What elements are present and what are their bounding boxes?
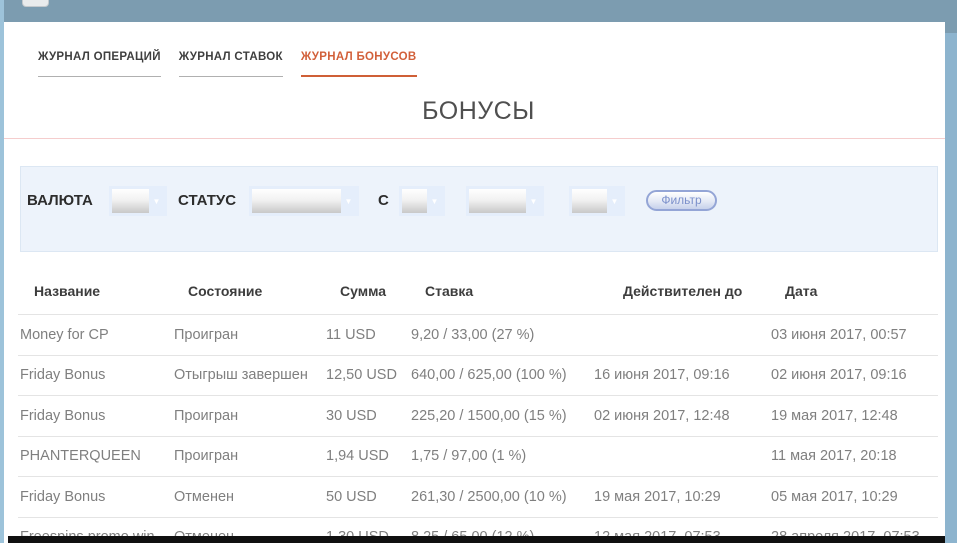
title-divider	[4, 138, 945, 139]
date-month-select-value	[469, 189, 526, 213]
table-cell: 11 USD	[324, 327, 409, 343]
journal-tabs: ЖУРНАЛ ОПЕРАЦИЙ ЖУРНАЛ СТАВОК ЖУРНАЛ БОН…	[38, 51, 417, 77]
top-bar	[0, 0, 957, 22]
bonus-journal-page: ЖУРНАЛ ОПЕРАЦИЙ ЖУРНАЛ СТАВОК ЖУРНАЛ БОН…	[0, 0, 957, 543]
table-cell: 9,20 / 33,00 (27 %)	[409, 327, 592, 343]
table-cell: 50 USD	[324, 489, 409, 505]
chevron-down-icon: ▼	[341, 189, 356, 213]
bonus-table-body: Money for CPПроигран11 USD9,20 / 33,00 (…	[18, 314, 938, 543]
table-cell: Friday Bonus	[18, 408, 172, 424]
table-cell: 261,30 / 2500,00 (10 %)	[409, 489, 592, 505]
table-cell: 1,94 USD	[324, 448, 409, 464]
column-header: Название	[18, 283, 172, 299]
table-cell: 19 мая 2017, 10:29	[592, 489, 769, 505]
right-edge-strip-top	[945, 0, 957, 33]
bonus-table-header: НазваниеСостояниеСуммаСтавкаДействителен…	[18, 268, 938, 314]
table-cell: Проигран	[172, 448, 324, 464]
top-window-tab	[22, 0, 49, 7]
table-cell: PHANTERQUEEN	[18, 448, 172, 464]
table-cell: Отменен	[172, 489, 324, 505]
column-header: Ставка	[409, 283, 592, 299]
bonus-table: НазваниеСостояниеСуммаСтавкаДействителен…	[18, 268, 938, 543]
table-cell: 05 мая 2017, 10:29	[769, 489, 938, 505]
table-row: Friday BonusПроигран30 USD225,20 / 1500,…	[18, 395, 938, 436]
table-cell: Проигран	[172, 408, 324, 424]
currency-label: ВАЛЮТА	[27, 186, 93, 216]
table-row: Money for CPПроигран11 USD9,20 / 33,00 (…	[18, 314, 938, 355]
table-cell: Friday Bonus	[18, 367, 172, 383]
table-row: PHANTERQUEENПроигран1,94 USD1,75 / 97,00…	[18, 436, 938, 477]
right-edge-strip[interactable]	[945, 0, 957, 543]
table-cell: Проигран	[172, 327, 324, 343]
table-row: Friday BonusОтыгрыш завершен12,50 USD640…	[18, 355, 938, 396]
table-cell: 03 июня 2017, 00:57	[769, 327, 938, 343]
table-cell: 02 июня 2017, 12:48	[592, 408, 769, 424]
table-cell: Отыгрыш завершен	[172, 367, 324, 383]
table-cell: 16 июня 2017, 09:16	[592, 367, 769, 383]
table-cell: 02 июня 2017, 09:16	[769, 367, 938, 383]
table-row: Friday BonusОтменен50 USD261,30 / 2500,0…	[18, 476, 938, 517]
date-day-select-value	[402, 189, 427, 213]
table-cell: 11 мая 2017, 20:18	[769, 448, 938, 464]
chevron-down-icon: ▼	[607, 189, 622, 213]
table-cell: 640,00 / 625,00 (100 %)	[409, 367, 592, 383]
currency-select-value	[112, 189, 149, 213]
column-header: Действителен до	[592, 283, 769, 299]
tab-bets-journal[interactable]: ЖУРНАЛ СТАВОК	[179, 51, 283, 77]
column-header: Сумма	[324, 283, 409, 299]
filter-button[interactable]: Фильтр	[646, 190, 717, 211]
table-cell: 225,20 / 1500,00 (15 %)	[409, 408, 592, 424]
bottom-bar	[8, 536, 945, 543]
filter-panel: ВАЛЮТА ▼ СТАТУС ▼ С ▼ ▼ ▼ Фильтр	[20, 166, 938, 252]
status-select-value	[252, 189, 341, 213]
date-year-select-value	[572, 189, 607, 213]
date-from-label: С	[378, 186, 389, 216]
table-cell: 1,75 / 97,00 (1 %)	[409, 448, 592, 464]
page-title: БОНУСЫ	[0, 97, 957, 126]
table-cell: 19 мая 2017, 12:48	[769, 408, 938, 424]
column-header: Состояние	[172, 283, 324, 299]
column-header: Дата	[769, 283, 938, 299]
chevron-down-icon: ▼	[526, 189, 541, 213]
table-cell: 30 USD	[324, 408, 409, 424]
left-edge-strip	[0, 0, 4, 543]
status-label: СТАТУС	[178, 186, 236, 216]
chevron-down-icon: ▼	[149, 189, 164, 213]
tab-operations-journal[interactable]: ЖУРНАЛ ОПЕРАЦИЙ	[38, 51, 161, 77]
tab-bonus-journal[interactable]: ЖУРНАЛ БОНУСОВ	[301, 51, 417, 77]
date-month-select[interactable]: ▼	[466, 186, 544, 216]
date-year-select[interactable]: ▼	[569, 186, 625, 216]
table-cell: 12,50 USD	[324, 367, 409, 383]
table-cell: Money for CP	[18, 327, 172, 343]
status-select[interactable]: ▼	[249, 186, 359, 216]
currency-select[interactable]: ▼	[109, 186, 167, 216]
date-day-select[interactable]: ▼	[399, 186, 445, 216]
table-cell: Friday Bonus	[18, 489, 172, 505]
chevron-down-icon: ▼	[427, 189, 442, 213]
